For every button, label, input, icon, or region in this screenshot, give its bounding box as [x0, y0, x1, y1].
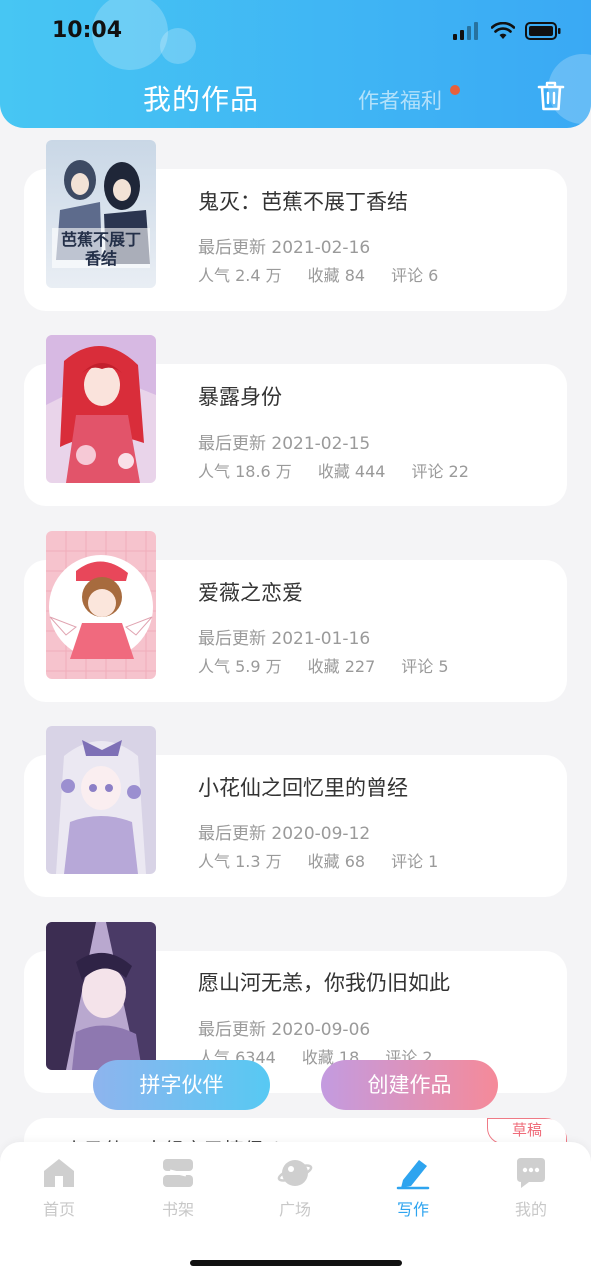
- work-cover-image[interactable]: 芭蕉不展丁香结: [46, 140, 156, 288]
- stat-favorites: 收藏 84: [307, 266, 366, 285]
- stat-popularity: 人气 2.4 万: [198, 266, 282, 285]
- work-stats: 人气 2.4 万 收藏 84 评论 6: [198, 262, 438, 286]
- stat-comments: 评论 6: [391, 266, 439, 285]
- pen-icon: [396, 1160, 430, 1190]
- create-work-button[interactable]: 创建作品: [321, 1060, 498, 1110]
- tab-label: 首页: [42, 1200, 75, 1219]
- work-last-updated: 最后更新 2021-01-16: [198, 629, 371, 649]
- work-title: 暴露身份: [198, 385, 282, 409]
- work-cover-image[interactable]: [46, 531, 156, 679]
- stat-popularity: 人气 5.9 万: [198, 657, 282, 676]
- tab-label: 书架: [161, 1200, 194, 1219]
- work-last-updated: 最后更新 2020-09-06: [198, 1020, 371, 1040]
- work-stats: 人气 1.3 万 收藏 68 评论 1: [198, 848, 438, 872]
- draft-badge: 草稿: [487, 1118, 567, 1144]
- work-last-updated: 最后更新 2021-02-16: [198, 238, 371, 258]
- work-cover-image[interactable]: [46, 922, 156, 1070]
- work-title: 愿山河无恙，你我仍旧如此: [198, 971, 450, 995]
- tab-plaza[interactable]: 广场: [255, 1156, 335, 1220]
- stat-favorites: 收藏 227: [307, 657, 376, 676]
- work-title: 小花仙之回忆里的曾经: [198, 776, 408, 800]
- tab-label: 我的: [514, 1200, 547, 1219]
- work-title: 鬼灭：芭蕉不展丁香结: [198, 190, 408, 214]
- home-icon: [44, 1159, 74, 1187]
- status-icons: [453, 22, 561, 40]
- status-time: 10:04: [52, 18, 123, 43]
- home-indicator-area: [0, 1232, 591, 1280]
- work-title: 爱薇之恋爱: [198, 581, 303, 605]
- stat-popularity: 人气 1.3 万: [198, 852, 282, 871]
- work-last-updated: 最后更新 2021-02-15: [198, 434, 371, 454]
- home-indicator: [190, 1260, 402, 1266]
- battery-icon: [525, 22, 561, 40]
- work-cover-image[interactable]: [46, 726, 156, 874]
- cover-title-text: 芭蕉不展丁香结: [60, 230, 141, 268]
- stat-favorites: 收藏 444: [317, 462, 386, 481]
- work-cover-image[interactable]: [46, 335, 156, 483]
- planet-icon: [277, 1160, 313, 1186]
- stat-comments: 评论 22: [411, 462, 469, 481]
- page-title: 我的作品: [143, 83, 260, 116]
- tab-home[interactable]: 首页: [19, 1156, 99, 1220]
- writing-partner-button[interactable]: 拼字伙伴: [93, 1060, 270, 1110]
- work-last-updated: 最后更新 2020-09-12: [198, 824, 371, 844]
- header-bar: 10:04 我的作品 作者福利: [0, 0, 591, 128]
- tab-mine[interactable]: 我的: [491, 1156, 571, 1220]
- bookshelf-icon: [163, 1159, 193, 1187]
- tab-label: 写作: [396, 1200, 429, 1219]
- stat-popularity: 人气 18.6 万: [198, 462, 292, 481]
- bottom-tab-bar: 首页 书架 广场 写作 我的: [0, 1142, 591, 1232]
- wifi-icon: [491, 22, 515, 39]
- stat-comments: 评论 5: [401, 657, 449, 676]
- signal-icon: [453, 22, 478, 40]
- trash-icon[interactable]: [536, 80, 566, 112]
- notification-dot: [450, 85, 460, 95]
- stat-comments: 评论 1: [391, 852, 439, 871]
- stat-favorites: 收藏 68: [307, 852, 366, 871]
- tab-author-welfare[interactable]: 作者福利: [358, 85, 442, 115]
- chat-bubble-icon: [517, 1158, 545, 1188]
- tab-write[interactable]: 写作: [373, 1156, 453, 1220]
- decor-bubble: [160, 28, 196, 64]
- tab-label: 广场: [278, 1200, 311, 1219]
- tab-bookshelf[interactable]: 书架: [138, 1156, 218, 1220]
- work-stats: 人气 18.6 万 收藏 444 评论 22: [198, 458, 469, 482]
- work-stats: 人气 5.9 万 收藏 227 评论 5: [198, 653, 449, 677]
